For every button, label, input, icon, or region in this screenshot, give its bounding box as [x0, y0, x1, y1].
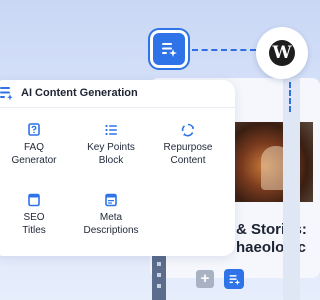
panel-title: AI Content Generation	[21, 87, 138, 99]
workflow-connector	[192, 49, 256, 51]
add-block-button[interactable]: +	[196, 270, 214, 288]
editor-drag-handle[interactable]	[152, 255, 166, 300]
panel-divider	[0, 107, 235, 108]
wordpress-icon: W	[269, 40, 295, 66]
repurpose-content-tool[interactable]: Repurpose Content	[148, 123, 228, 167]
ai-generate-node[interactable]	[153, 33, 185, 65]
tool-label: Key Points Block	[87, 142, 135, 166]
document-icon	[28, 193, 40, 207]
meta-descriptions-tool[interactable]: Meta Descriptions	[71, 193, 151, 237]
seo-titles-tool[interactable]: SEO Titles	[0, 193, 74, 237]
tool-label: FAQ Generator	[11, 142, 57, 166]
wordpress-node[interactable]: W	[256, 27, 308, 79]
post-cover-image	[233, 122, 313, 202]
list-icon	[105, 124, 117, 136]
tool-label: Repurpose Content	[163, 142, 213, 166]
repurpose-icon	[181, 123, 195, 137]
key-points-block-tool[interactable]: Key Points Block	[71, 123, 151, 167]
editor-right-rail	[283, 78, 300, 300]
ai-generate-button[interactable]	[224, 269, 244, 289]
workflow-connector-vertical	[289, 82, 291, 112]
ai-list-sparkle-icon	[162, 43, 177, 57]
ai-list-sparkle-icon	[228, 274, 240, 285]
tool-label: Meta Descriptions	[83, 212, 139, 236]
document-icon	[105, 193, 117, 207]
faq-generator-tool[interactable]: FAQ Generator	[0, 123, 74, 167]
faq-icon	[28, 123, 40, 136]
panel-header: AI Content Generation	[0, 80, 235, 107]
tool-label: SEO Titles	[22, 212, 46, 236]
ai-list-sparkle-icon	[0, 87, 12, 101]
